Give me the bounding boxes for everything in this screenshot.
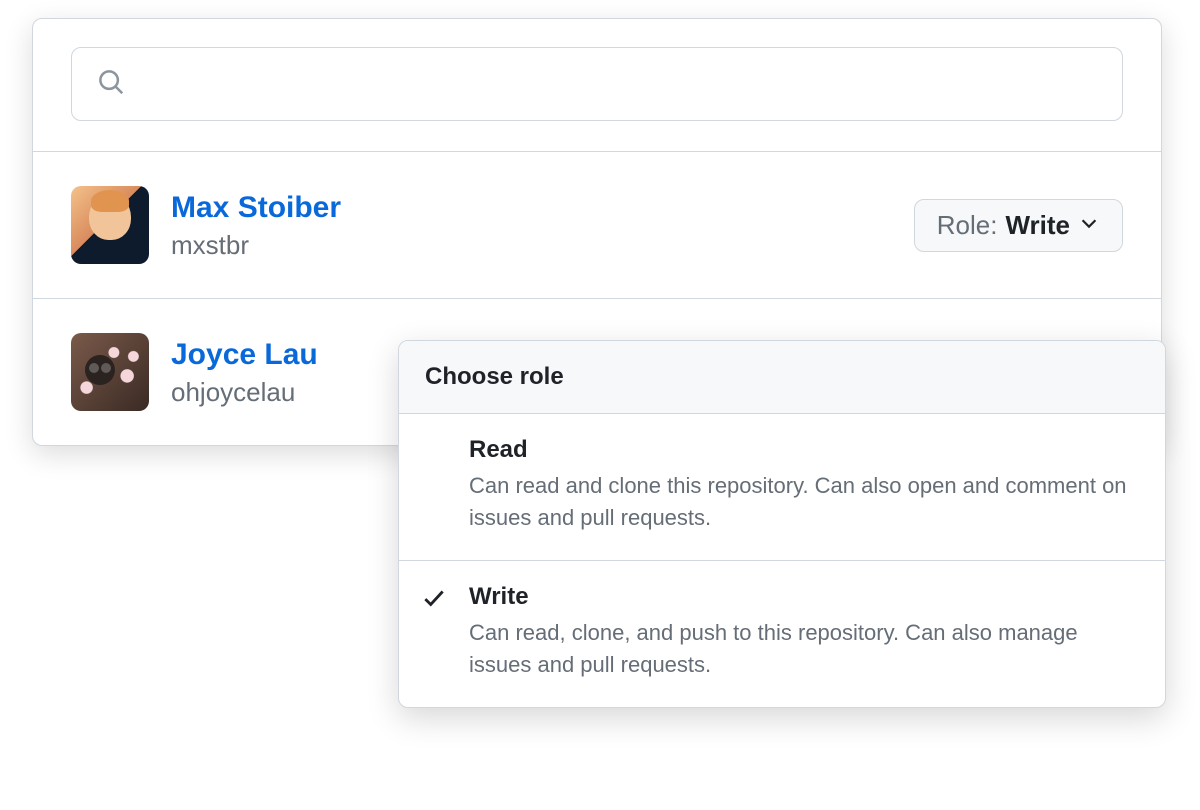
role-select-button[interactable]: Role: Write bbox=[914, 199, 1123, 252]
role-option-read[interactable]: Read Can read and clone this repository.… bbox=[399, 414, 1165, 561]
option-description: Can read and clone this repository. Can … bbox=[469, 470, 1139, 534]
user-handle: ohjoycelau bbox=[171, 376, 318, 410]
user-handle: mxstbr bbox=[171, 229, 341, 263]
search-input[interactable] bbox=[71, 47, 1123, 121]
option-title: Read bbox=[469, 436, 1139, 464]
role-option-write[interactable]: Write Can read, clone, and push to this … bbox=[399, 561, 1165, 707]
user-name-link[interactable]: Joyce Lau bbox=[171, 335, 318, 374]
avatar bbox=[71, 333, 149, 411]
user-info: Joyce Lau ohjoycelau bbox=[171, 335, 318, 410]
check-icon bbox=[421, 585, 447, 616]
option-description: Can read, clone, and push to this reposi… bbox=[469, 617, 1139, 681]
search-region bbox=[33, 19, 1161, 152]
option-title: Write bbox=[469, 583, 1139, 611]
role-prefix: Role: bbox=[937, 210, 998, 241]
user-row: Max Stoiber mxstbr Role: Write bbox=[33, 152, 1161, 299]
dropdown-header: Choose role bbox=[399, 341, 1165, 414]
avatar bbox=[71, 186, 149, 264]
chevron-down-icon bbox=[1078, 210, 1100, 241]
search-icon bbox=[96, 67, 126, 102]
role-dropdown: Choose role Read Can read and clone this… bbox=[398, 340, 1166, 708]
user-name-link[interactable]: Max Stoiber bbox=[171, 188, 341, 227]
user-info: Max Stoiber mxstbr bbox=[171, 188, 341, 263]
role-value: Write bbox=[1005, 210, 1070, 241]
